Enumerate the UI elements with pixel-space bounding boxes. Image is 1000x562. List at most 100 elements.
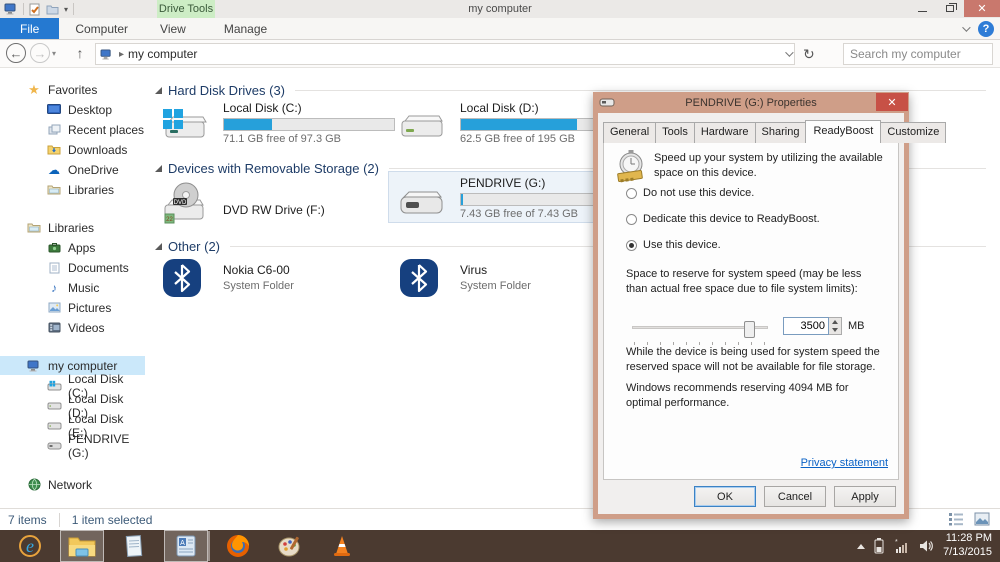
sidebar-item-onedrive[interactable]: ☁ OneDrive [0,160,145,179]
restore-button[interactable] [936,0,964,17]
address-bar[interactable]: ▸ my computer [95,43,795,65]
recommendation-note: Windows recommends reserving 4094 MB for… [626,381,856,412]
taskbar-clock[interactable]: 11:28 PM 7/13/2015 [943,532,992,560]
network-signal-icon[interactable]: * [893,538,909,554]
pendrive-properties-dialog: PENDRIVE (G:) Properties ✕ General Tools… [593,92,909,519]
help-icon[interactable]: ? [978,21,994,37]
up-button[interactable]: ↑ [70,43,90,63]
sidebar-item-pictures[interactable]: Pictures [0,298,145,317]
collapse-triangle-icon[interactable] [155,165,162,172]
tab-general[interactable]: General [603,122,656,143]
reserve-space-slider[interactable] [632,321,768,341]
forward-button[interactable]: → [30,43,50,63]
search-input[interactable] [844,47,1000,61]
sidebar-item-music[interactable]: ♪ Music [0,278,145,297]
sidebar-item-pendrive-g[interactable]: PENDRIVE (G:) [0,436,145,455]
breadcrumb[interactable]: my computer [128,47,197,61]
window-title: my computer [0,0,1000,18]
drive-item-local-disk-c[interactable]: Local Disk (C:) 71.1 GB free of 97.3 GB [161,101,393,145]
sidebar-item-downloads[interactable]: Downloads [0,140,145,159]
details-view-icon[interactable] [948,512,964,526]
quick-access-toolbar: ▾ [4,1,74,17]
thumbnail-view-icon[interactable] [974,512,990,526]
address-dropdown-icon[interactable] [785,48,793,56]
radio-use-this-device[interactable]: Use this device. [626,239,721,251]
navigation-bar: ← → ▾ ↑ ▸ my computer ↻ [0,40,1000,68]
battery-icon[interactable] [874,538,884,554]
tab-manage[interactable]: Manage [208,18,283,39]
back-button[interactable]: ← [6,43,26,63]
readyboost-intro-text: Speed up your system by utilizing the av… [654,151,890,181]
new-folder-icon[interactable] [46,4,59,15]
sidebar-item-videos[interactable]: Videos [0,318,145,337]
toolbar-separator [23,3,24,15]
drive-item-dvd-rw-f[interactable]: DVD22 DVD RW Drive (F:) [161,181,393,217]
readyboost-tab-panel: Speed up your system by utilizing the av… [603,140,899,480]
radio-do-not-use[interactable]: Do not use this device. [626,187,754,199]
reserve-mb-input[interactable] [783,317,829,335]
libraries-folder-icon [26,222,42,233]
show-hidden-icons-icon[interactable] [857,544,865,549]
star-icon: ★ [26,82,42,98]
svg-text:*: * [895,539,898,546]
tab-view[interactable]: View [144,18,202,39]
sidebar-item-libraries[interactable]: Libraries [0,218,145,237]
radio-button-icon[interactable] [626,240,637,251]
network-globe-icon [26,478,42,491]
sidebar-item-network[interactable]: Network [0,475,145,494]
radio-button-icon[interactable] [626,188,637,199]
tab-tools[interactable]: Tools [655,122,695,143]
tab-hardware[interactable]: Hardware [694,122,756,143]
pictures-icon [46,302,62,313]
spin-down-icon[interactable] [829,326,841,334]
history-dropdown-icon[interactable]: ▾ [52,49,56,58]
search-box[interactable] [843,43,993,65]
taskbar-firefox-icon[interactable] [216,530,260,562]
device-item-nokia[interactable]: Nokia C6-00 System Folder [161,257,393,292]
sidebar-item-desktop[interactable]: Desktop [0,100,145,119]
ribbon-expand-icon[interactable] [962,23,970,31]
readyboost-icon [614,149,648,185]
taskbar-paint-icon[interactable] [268,530,312,562]
close-button[interactable]: ✕ [964,0,1000,17]
drive-tools-contextual-tab[interactable]: Drive Tools [157,0,215,18]
apply-button[interactable]: Apply [834,486,896,507]
cancel-button[interactable]: Cancel [764,486,826,507]
sidebar-item-apps[interactable]: Apps [0,238,145,257]
taskbar-wordpad-icon[interactable]: A [164,530,208,562]
collapse-triangle-icon[interactable] [155,87,162,94]
qat-dropdown-icon[interactable]: ▾ [64,5,68,14]
slider-thumb[interactable] [744,321,755,338]
tab-customize[interactable]: Customize [880,122,946,143]
tab-computer[interactable]: Computer [59,18,144,39]
sidebar-item-documents[interactable]: Documents [0,258,145,277]
taskbar-vlc-icon[interactable] [320,530,364,562]
taskbar-ie-icon[interactable]: e [8,530,52,562]
dialog-close-icon[interactable]: ✕ [876,93,908,111]
tab-sharing[interactable]: Sharing [755,122,807,143]
radio-button-icon[interactable] [626,214,637,225]
dialog-title: PENDRIVE (G:) Properties [593,97,909,109]
drive-name: DVD RW Drive (F:) [223,203,393,217]
volume-icon[interactable] [918,538,934,554]
privacy-statement-link[interactable]: Privacy statement [801,457,888,469]
usb-drive-icon [398,190,444,216]
tab-readyboost[interactable]: ReadyBoost [805,120,881,141]
taskbar-file-explorer-icon[interactable] [60,530,104,562]
spin-up-icon[interactable] [829,318,841,326]
tab-file[interactable]: File [0,18,59,39]
sidebar-item-favorites[interactable]: ★ Favorites [0,80,145,99]
collapse-triangle-icon[interactable] [155,243,162,250]
taskbar-notepad-icon[interactable] [112,530,156,562]
refresh-icon[interactable]: ↻ [803,46,815,63]
usb-drive-icon [46,441,62,450]
radio-dedicate[interactable]: Dedicate this device to ReadyBoost. [626,213,820,225]
spinner-buttons[interactable] [829,317,842,335]
sidebar-item-recent-places[interactable]: Recent places [0,120,145,139]
sidebar-item-libraries-fav[interactable]: Libraries [0,180,145,199]
minimize-button[interactable] [908,0,936,17]
taskbar: e A * 11:28 PM 7/13/2015 [0,530,1000,562]
properties-icon[interactable] [29,3,41,16]
drive-icon [46,401,62,410]
ok-button[interactable]: OK [694,486,756,507]
